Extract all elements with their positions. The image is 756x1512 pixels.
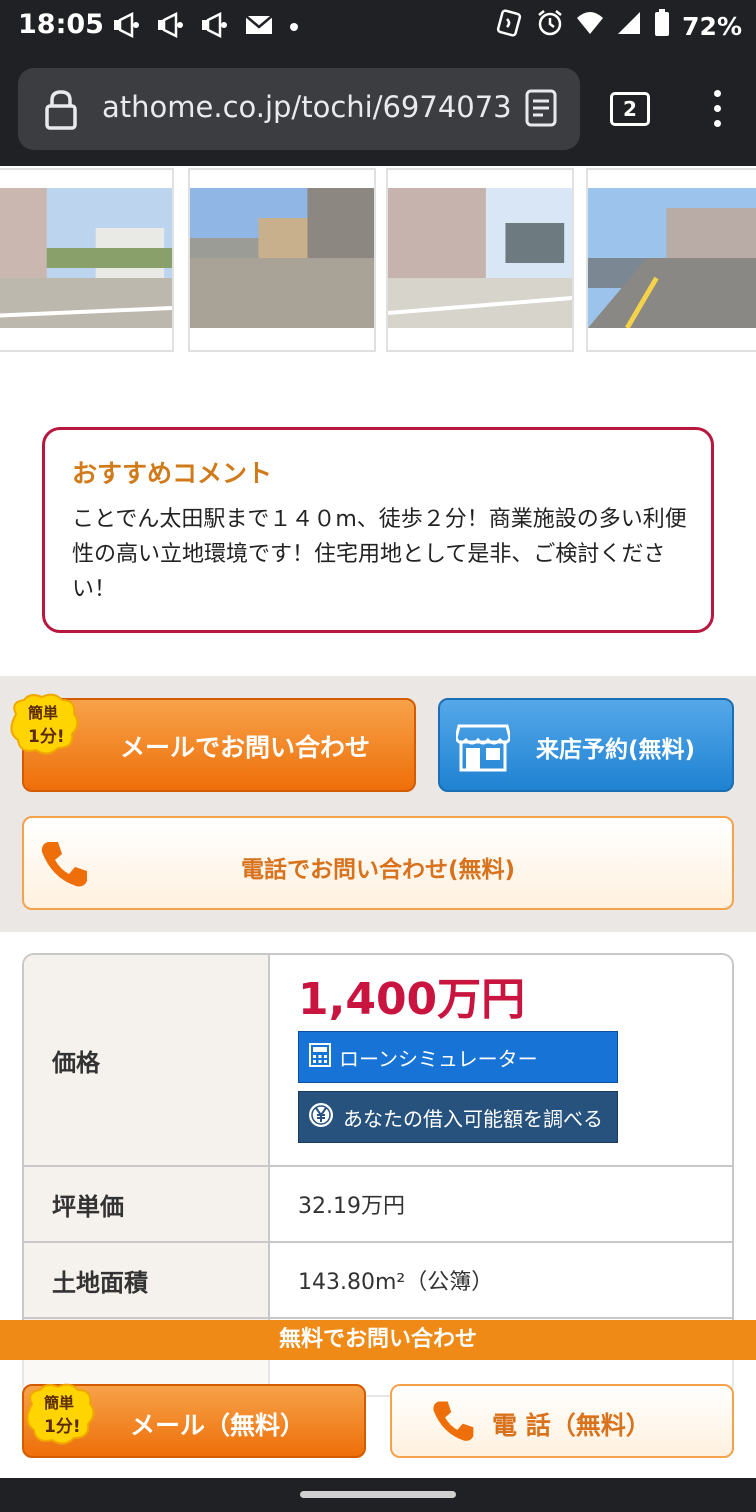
quick-badge-icon: 簡単 1分! xyxy=(22,1382,100,1448)
address-bar[interactable]: athome.co.jp/tochi/6974073 xyxy=(18,68,580,150)
home-gesture-handle[interactable] xyxy=(300,1491,456,1498)
phone-inquiry-button[interactable]: 電話でお問い合わせ(無料) xyxy=(22,816,734,910)
unit-price-label: 坪単価 xyxy=(24,1167,270,1241)
tab-switcher-button[interactable]: 2 xyxy=(610,92,650,126)
calculator-icon xyxy=(309,1042,331,1072)
sticky-phone-label: 電 話（無料） xyxy=(492,1411,651,1440)
megaphone-icon xyxy=(200,11,230,42)
property-photo[interactable] xyxy=(586,168,756,352)
mail-inquiry-label: メールでお問い合わせ xyxy=(120,733,371,762)
lock-icon[interactable] xyxy=(42,88,80,134)
signal-icon xyxy=(616,10,642,42)
loan-simulator-label: ローンシミュレーター xyxy=(339,1046,538,1071)
unit-price-value: 32.19万円 xyxy=(298,1194,405,1219)
yen-coin-icon xyxy=(307,1101,335,1134)
megaphone-icon xyxy=(156,11,186,42)
nfc-icon xyxy=(496,9,524,43)
quick-badge-icon: 簡単 1分! xyxy=(6,692,84,758)
recommend-comment-title: おすすめコメント xyxy=(72,459,273,488)
reader-mode-icon[interactable] xyxy=(524,88,558,132)
sticky-inquiry-header: 無料でお問い合わせ xyxy=(0,1320,756,1360)
phone-icon xyxy=(430,1398,476,1448)
store-visit-button[interactable]: 来店予約(無料) xyxy=(438,698,734,792)
phone-inquiry-label: 電話でお問い合わせ(無料) xyxy=(240,857,516,883)
url-text[interactable]: athome.co.jp/tochi/6974073 xyxy=(102,90,512,124)
borrowing-check-button[interactable]: あなたの借入可能額を調べる xyxy=(298,1091,618,1143)
badge-text-easy: 簡単 xyxy=(44,1394,75,1412)
price-label: 価格 xyxy=(24,955,270,1165)
badge-text-minute: 1分! xyxy=(28,727,65,747)
sticky-inquiry-bar: メール（無料） 簡単 1分! 電 話（無料） xyxy=(0,1360,756,1478)
screen: 18:05 72% athome.co.jp/tochi/6974073 2 お… xyxy=(0,0,756,1512)
more-menu-icon[interactable] xyxy=(712,90,724,135)
notification-icons xyxy=(112,11,300,42)
sticky-mail-label: メール（無料） xyxy=(130,1411,306,1440)
price-cell: 1,400万円 ローンシミュレーター あなたの借入可能額を調べる xyxy=(270,955,732,1165)
shop-icon xyxy=(454,722,512,776)
wifi-icon xyxy=(576,10,604,42)
battery-icon xyxy=(654,9,670,43)
recommend-comment-box: おすすめコメント ことでん太田駅まで１４０m、徒歩２分！商業施設の多い利便性の高… xyxy=(42,427,714,633)
badge-text-easy: 簡単 xyxy=(28,704,59,722)
photo-gallery xyxy=(0,166,756,356)
property-photo[interactable] xyxy=(0,168,174,352)
alarm-icon xyxy=(536,9,564,43)
battery-percent: 72% xyxy=(682,11,742,41)
property-photo[interactable] xyxy=(386,168,574,352)
system-icons: 72% xyxy=(496,9,742,43)
sticky-phone-button[interactable]: 電 話（無料） xyxy=(390,1384,734,1458)
dot-icon xyxy=(288,18,300,37)
loan-simulator-button[interactable]: ローンシミュレーター xyxy=(298,1031,618,1083)
recommend-comment-text: ことでん太田駅まで１４０m、徒歩２分！商業施設の多い利便性の高い立地環境です！住… xyxy=(72,507,687,602)
system-navigation-bar xyxy=(0,1478,756,1512)
land-area-value: 143.80m²（公簿） xyxy=(298,1270,494,1295)
table-row: 価格 1,400万円 ローンシミュレーター あなたの借入可能額を調べる xyxy=(24,955,732,1167)
status-bar: 18:05 72% xyxy=(0,0,756,52)
badge-text-minute: 1分! xyxy=(44,1417,81,1437)
price-value: 1,400万円 xyxy=(298,974,526,1025)
property-photo[interactable] xyxy=(188,168,376,352)
browser-toolbar: athome.co.jp/tochi/6974073 2 xyxy=(0,52,756,166)
borrowing-check-label: あなたの借入可能額を調べる xyxy=(343,1106,603,1131)
contact-section: メールでお問い合わせ 簡単 1分! 来店予約(無料) 電話でお問い合わせ(無料) xyxy=(0,676,756,932)
land-area-label: 土地面積 xyxy=(24,1243,270,1317)
status-time: 18:05 xyxy=(18,9,104,40)
mail-icon xyxy=(244,13,274,41)
store-visit-label: 来店予約(無料) xyxy=(536,737,696,763)
table-row: 坪単価 32.19万円 xyxy=(24,1167,732,1243)
megaphone-icon xyxy=(112,11,142,42)
table-row: 土地面積 143.80m²（公簿） xyxy=(24,1243,732,1319)
